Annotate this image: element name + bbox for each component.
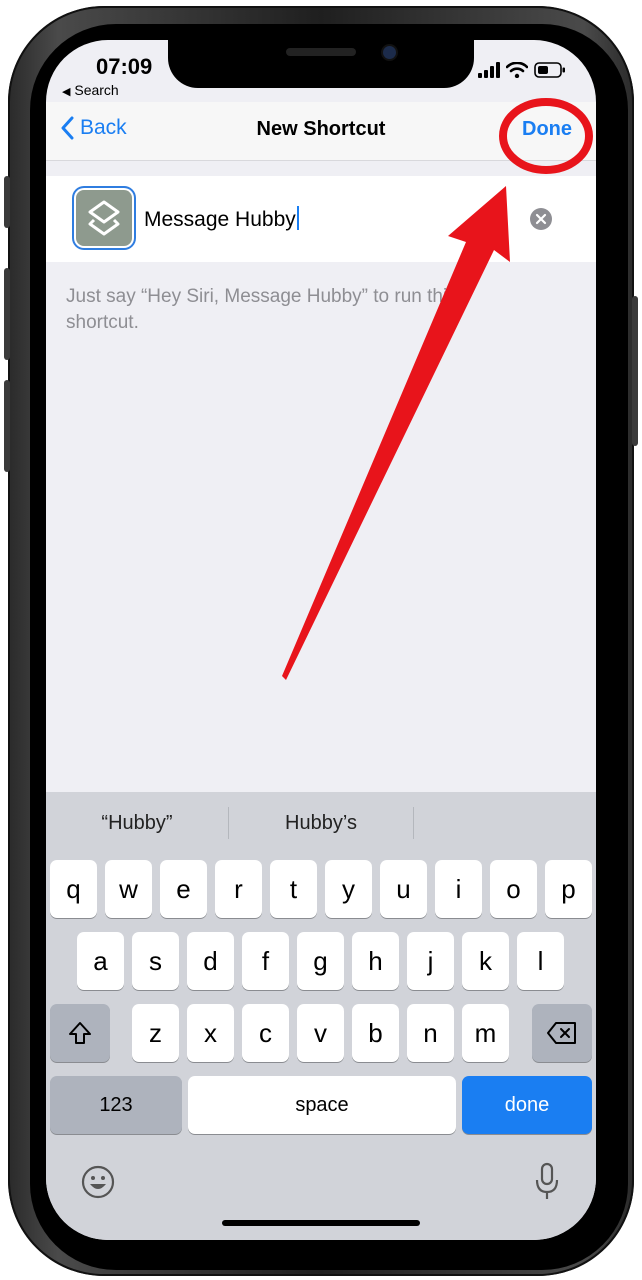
delete-icon <box>547 1022 576 1044</box>
status-icons <box>478 62 566 78</box>
key-c[interactable]: c <box>242 1004 289 1062</box>
key-x[interactable]: x <box>187 1004 234 1062</box>
done-key[interactable]: done <box>462 1076 592 1134</box>
key-k[interactable]: k <box>462 932 509 990</box>
power-button <box>632 296 638 446</box>
home-indicator <box>222 1220 420 1226</box>
key-v[interactable]: v <box>297 1004 344 1062</box>
emoji-icon <box>81 1165 115 1199</box>
key-t[interactable]: t <box>270 860 317 918</box>
text-caret <box>296 206 299 230</box>
space-key[interactable]: space <box>188 1076 456 1134</box>
key-q[interactable]: q <box>50 860 97 918</box>
key-h[interactable]: h <box>352 932 399 990</box>
key-r[interactable]: r <box>215 860 262 918</box>
wifi-icon <box>506 62 528 78</box>
battery-icon <box>534 62 565 78</box>
key-l[interactable]: l <box>517 932 564 990</box>
key-d[interactable]: d <box>187 932 234 990</box>
speaker <box>286 48 356 56</box>
status-back-to-app[interactable]: ◀ Search <box>62 82 119 98</box>
key-n[interactable]: n <box>407 1004 454 1062</box>
microphone-icon <box>535 1162 559 1199</box>
mute-switch <box>4 176 10 228</box>
key-s[interactable]: s <box>132 932 179 990</box>
volume-up-button <box>4 268 10 360</box>
clear-text-button[interactable] <box>530 208 552 230</box>
status-back-label: Search <box>74 82 119 98</box>
signal-icon <box>478 62 500 78</box>
keyboard-bottom-bar <box>46 1148 596 1240</box>
shift-key[interactable] <box>50 1004 110 1062</box>
suggestion-3[interactable] <box>414 792 596 854</box>
key-y[interactable]: y <box>325 860 372 918</box>
shortcut-name-value: Message Hubby <box>144 208 296 231</box>
screen: 07:09 ◀ Search Back New Shortcut Done Me… <box>46 40 596 1240</box>
shortcut-icon-button[interactable] <box>76 190 132 246</box>
status-time: 07:09 <box>96 54 153 79</box>
shortcut-name-row: Message Hubby <box>46 176 596 262</box>
delete-key[interactable] <box>532 1004 592 1062</box>
key-o[interactable]: o <box>490 860 537 918</box>
volume-down-button <box>4 380 10 472</box>
key-f[interactable]: f <box>242 932 289 990</box>
emoji-button[interactable] <box>80 1164 116 1200</box>
front-camera <box>383 46 396 59</box>
shortcut-name-input[interactable]: Message Hubby <box>144 206 299 232</box>
key-p[interactable]: p <box>545 860 592 918</box>
suggestion-2[interactable]: Hubby’s <box>229 792 413 854</box>
key-i[interactable]: i <box>435 860 482 918</box>
page-title: New Shortcut <box>256 118 386 140</box>
shift-icon <box>69 1022 91 1044</box>
shortcuts-icon <box>88 200 120 236</box>
key-z[interactable]: z <box>132 1004 179 1062</box>
key-j[interactable]: j <box>407 932 454 990</box>
numbers-key[interactable]: 123 <box>50 1076 182 1134</box>
siri-hint-text: Just say “Hey Siri, Message Hubby” to ru… <box>66 286 457 333</box>
key-m[interactable]: m <box>462 1004 509 1062</box>
key-g[interactable]: g <box>297 932 344 990</box>
suggestion-1[interactable]: “Hubby” <box>46 792 228 854</box>
key-e[interactable]: e <box>160 860 207 918</box>
navigation-bar: Back New Shortcut Done <box>46 102 596 161</box>
key-u[interactable]: u <box>380 860 427 918</box>
dictation-button[interactable] <box>534 1162 560 1202</box>
key-a[interactable]: a <box>77 932 124 990</box>
suggestion-bar: “Hubby” Hubby’s <box>46 792 596 854</box>
clear-icon <box>535 213 547 225</box>
back-triangle-icon: ◀ <box>62 86 71 98</box>
key-w[interactable]: w <box>105 860 152 918</box>
keyboard: “Hubby” Hubby’s q w e r t y u i o p a s … <box>46 792 596 1240</box>
key-b[interactable]: b <box>352 1004 399 1062</box>
done-button[interactable]: Done <box>522 118 572 141</box>
notch <box>168 40 474 88</box>
